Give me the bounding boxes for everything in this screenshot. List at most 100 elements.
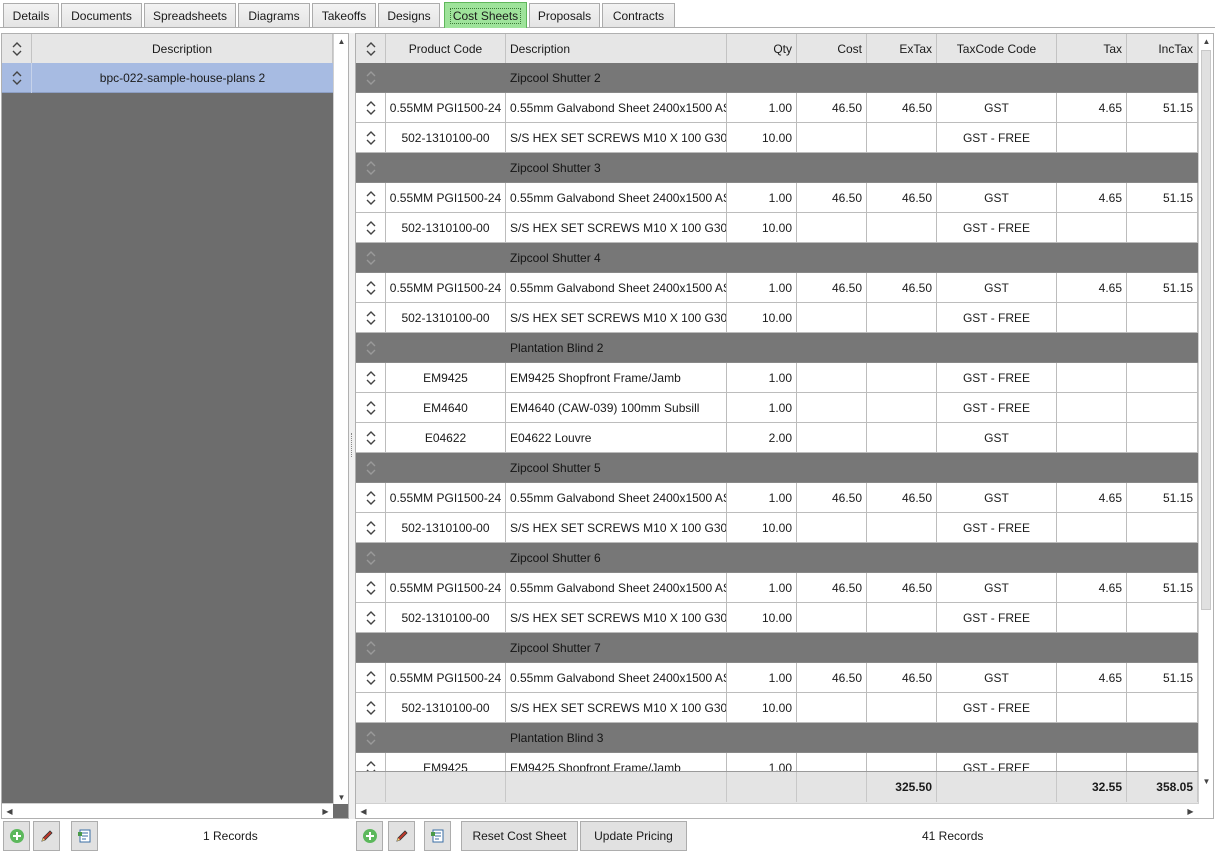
row-handle[interactable]	[356, 693, 386, 722]
cost-cell[interactable]	[797, 423, 867, 452]
inctax-cell[interactable]: 51.15	[1127, 273, 1198, 302]
line-item-row[interactable]: E04622 E04622 Louvre 2.00 GST	[356, 423, 1198, 453]
cost-cell[interactable]	[797, 213, 867, 242]
product-code-cell[interactable]: 502-1310100-00	[386, 123, 506, 152]
extax-cell[interactable]	[867, 693, 937, 722]
tax-cell[interactable]	[1057, 123, 1127, 152]
inctax-cell[interactable]	[1127, 123, 1198, 152]
description-cell[interactable]: 0.55mm Galvabond Sheet 2400x1500 AS1	[506, 93, 727, 122]
cost-cell[interactable]	[797, 513, 867, 542]
tax-cell[interactable]: 4.65	[1057, 93, 1127, 122]
product-code-cell[interactable]: 0.55MM PGI1500-24	[386, 273, 506, 302]
scroll-up-icon[interactable]: ▲	[334, 34, 349, 48]
extax-cell[interactable]: 46.50	[867, 183, 937, 212]
qty-cell[interactable]: 1.00	[727, 663, 797, 692]
sort-header[interactable]	[356, 34, 386, 63]
row-handle[interactable]	[356, 363, 386, 392]
row-handle[interactable]	[356, 423, 386, 452]
extax-cell[interactable]: 46.50	[867, 573, 937, 602]
tax-cell[interactable]: 4.65	[1057, 183, 1127, 212]
line-item-row[interactable]: EM4640 EM4640 (CAW-039) 100mm Subsill 1.00…	[356, 393, 1198, 423]
taxcode-cell[interactable]: GST	[937, 183, 1057, 212]
qty-cell[interactable]: 1.00	[727, 573, 797, 602]
description-column-header[interactable]: Description	[32, 34, 333, 63]
report-plan-button[interactable]	[71, 821, 98, 851]
line-item-row[interactable]: 0.55MM PGI1500-24 0.55mm Galvabond Sheet …	[356, 273, 1198, 303]
description-cell[interactable]: E04622 Louvre	[506, 423, 727, 452]
cost-cell[interactable]: 46.50	[797, 573, 867, 602]
row-handle[interactable]	[356, 483, 386, 512]
tab-documents[interactable]: Documents	[61, 3, 142, 27]
description-cell[interactable]: S/S HEX SET SCREWS M10 X 100 G304	[506, 693, 727, 722]
tax-cell[interactable]	[1057, 753, 1127, 771]
cost-cell[interactable]: 46.50	[797, 93, 867, 122]
description-cell[interactable]: 0.55mm Galvabond Sheet 2400x1500 AS1	[506, 573, 727, 602]
description-column-header[interactable]: Description	[506, 34, 727, 63]
row-handle[interactable]	[356, 153, 386, 182]
extax-cell[interactable]	[867, 213, 937, 242]
qty-cell[interactable]: 10.00	[727, 303, 797, 332]
taxcode-cell[interactable]: GST - FREE	[937, 363, 1057, 392]
product-code-cell[interactable]: 0.55MM PGI1500-24	[386, 93, 506, 122]
description-cell[interactable]: 0.55mm Galvabond Sheet 2400x1500 AS1	[506, 483, 727, 512]
line-item-row[interactable]: EM9425 EM9425 Shopfront Frame/Jamb 1.00 GST…	[356, 363, 1198, 393]
tax-cell[interactable]	[1057, 303, 1127, 332]
line-item-row[interactable]: 0.55MM PGI1500-24 0.55mm Galvabond Sheet …	[356, 183, 1198, 213]
inctax-cell[interactable]	[1127, 513, 1198, 542]
row-handle[interactable]	[356, 63, 386, 92]
inctax-cell[interactable]	[1127, 393, 1198, 422]
line-item-row[interactable]: 0.55MM PGI1500-24 0.55mm Galvabond Sheet …	[356, 663, 1198, 693]
line-item-row[interactable]: 502-1310100-00 S/S HEX SET SCREWS M10 X 1…	[356, 213, 1198, 243]
scrollbar-thumb[interactable]	[1201, 50, 1211, 610]
product-code-cell[interactable]: 502-1310100-00	[386, 303, 506, 332]
inctax-cell[interactable]	[1127, 753, 1198, 771]
taxcode-cell[interactable]: GST - FREE	[937, 753, 1057, 771]
qty-cell[interactable]: 10.00	[727, 123, 797, 152]
line-item-row[interactable]: 502-1310100-00 S/S HEX SET SCREWS M10 X 1…	[356, 693, 1198, 723]
line-item-row[interactable]: 502-1310100-00 S/S HEX SET SCREWS M10 X 1…	[356, 303, 1198, 333]
description-cell[interactable]: S/S HEX SET SCREWS M10 X 100 G304	[506, 123, 727, 152]
cost-cell[interactable]	[797, 603, 867, 632]
qty-cell[interactable]: 10.00	[727, 603, 797, 632]
grid-vertical-scrollbar[interactable]: ▲ ▼	[1198, 34, 1213, 804]
inctax-cell[interactable]: 51.15	[1127, 483, 1198, 512]
group-row[interactable]: Zipcool Shutter 2	[356, 63, 1198, 93]
description-cell[interactable]: 0.55mm Galvabond Sheet 2400x1500 AS1	[506, 183, 727, 212]
line-item-row[interactable]: 502-1310100-00 S/S HEX SET SCREWS M10 X 1…	[356, 513, 1198, 543]
scroll-down-icon[interactable]: ▼	[334, 790, 349, 804]
plan-list-row[interactable]: bpc-022-sample-house-plans 2	[2, 63, 333, 93]
product-code-cell[interactable]: 502-1310100-00	[386, 513, 506, 542]
taxcode-cell[interactable]: GST - FREE	[937, 303, 1057, 332]
row-handle[interactable]	[356, 243, 386, 272]
tax-cell[interactable]	[1057, 423, 1127, 452]
taxcode-cell[interactable]: GST - FREE	[937, 123, 1057, 152]
cost-cell[interactable]	[797, 363, 867, 392]
row-handle[interactable]	[356, 603, 386, 632]
left-horizontal-scrollbar[interactable]: ◀ ▶	[2, 803, 333, 818]
extax-cell[interactable]	[867, 363, 937, 392]
row-handle[interactable]	[356, 633, 386, 662]
taxcode-cell[interactable]: GST	[937, 663, 1057, 692]
product-code-cell[interactable]: 502-1310100-00	[386, 693, 506, 722]
inctax-cell[interactable]	[1127, 693, 1198, 722]
row-handle[interactable]	[356, 453, 386, 482]
cost-cell[interactable]	[797, 693, 867, 722]
reset-cost-sheet-button[interactable]: Reset Cost Sheet	[461, 821, 578, 851]
row-handle[interactable]	[356, 753, 386, 771]
extax-cell[interactable]	[867, 303, 937, 332]
tab-spreadsheets[interactable]: Spreadsheets	[144, 3, 236, 27]
qty-cell[interactable]: 1.00	[727, 93, 797, 122]
tab-details[interactable]: Details	[3, 3, 59, 27]
qty-cell[interactable]: 1.00	[727, 753, 797, 771]
tab-diagrams[interactable]: Diagrams	[238, 3, 310, 27]
description-cell[interactable]: S/S HEX SET SCREWS M10 X 100 G304	[506, 213, 727, 242]
row-handle[interactable]	[356, 723, 386, 752]
inctax-column-header[interactable]: IncTax	[1127, 34, 1198, 63]
grid-horizontal-scrollbar[interactable]: ◀ ▶	[356, 803, 1198, 818]
taxcode-cell[interactable]: GST - FREE	[937, 213, 1057, 242]
qty-cell[interactable]: 2.00	[727, 423, 797, 452]
row-handle[interactable]	[356, 333, 386, 362]
cost-cell[interactable]: 46.50	[797, 273, 867, 302]
product-code-cell[interactable]: EM9425	[386, 363, 506, 392]
extax-cell[interactable]	[867, 603, 937, 632]
